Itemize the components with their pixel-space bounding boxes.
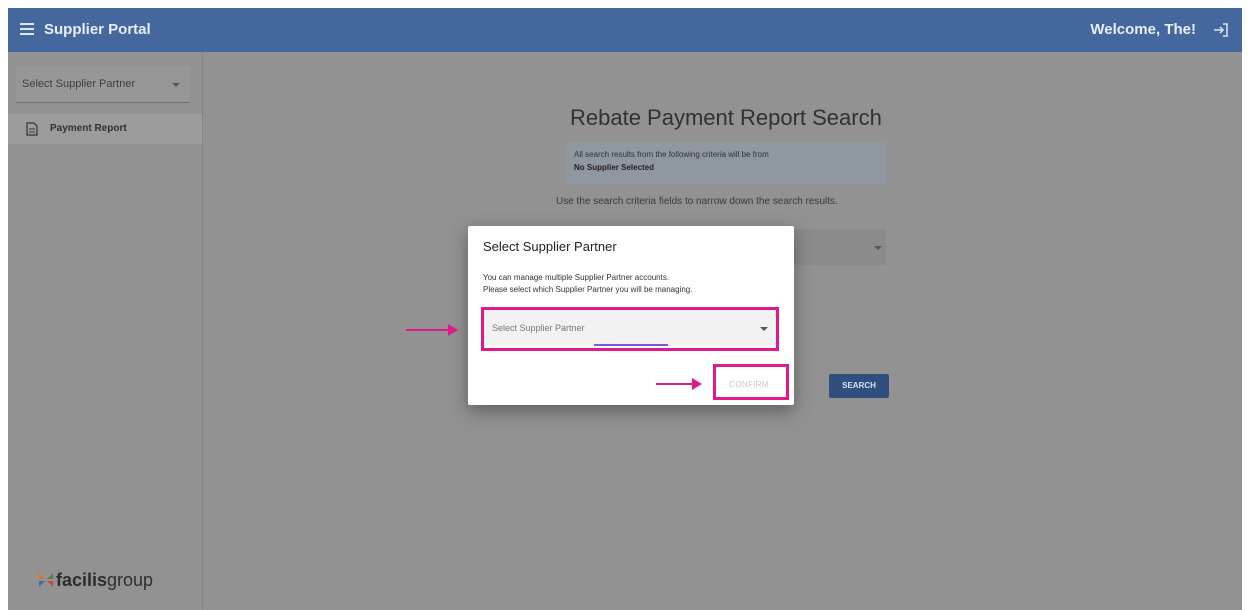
facilis-group-logo: facilisgroup bbox=[39, 570, 154, 591]
criteria-select[interactable] bbox=[794, 229, 886, 265]
sidebar-select-label: Select Supplier Partner bbox=[22, 78, 136, 90]
app-title: Supplier Portal bbox=[44, 21, 151, 38]
sidebar-item-payment-report[interactable]: Payment Report bbox=[8, 114, 202, 144]
hamburger-menu-icon[interactable] bbox=[20, 23, 34, 35]
top-bar: Supplier Portal Welcome, The! bbox=[8, 8, 1242, 52]
sidebar-item-label: Payment Report bbox=[50, 123, 127, 134]
notice-supplier-status: No Supplier Selected bbox=[574, 163, 655, 172]
arrow-to-confirm bbox=[656, 378, 702, 390]
logo-mark-icon bbox=[39, 573, 53, 587]
sidebar-supplier-select[interactable]: Select Supplier Partner bbox=[16, 66, 190, 103]
arrow-to-select bbox=[406, 324, 458, 336]
search-hint: Use the search criteria fields to narrow… bbox=[556, 196, 838, 207]
chevron-down-icon bbox=[760, 327, 768, 331]
confirm-button[interactable]: CONFIRM bbox=[718, 374, 780, 396]
logo-text-bold: facilis bbox=[56, 570, 108, 590]
app-frame: Supplier Portal Welcome, The! Select Sup… bbox=[8, 8, 1242, 610]
logo-text-regular: group bbox=[107, 570, 154, 590]
select-focus-underline bbox=[594, 344, 668, 346]
dialog-title: Select Supplier Partner bbox=[483, 239, 617, 254]
chevron-down-icon bbox=[172, 83, 180, 87]
supplier-notice: All search results from the following cr… bbox=[566, 142, 886, 184]
logout-icon[interactable] bbox=[1212, 21, 1230, 39]
notice-text: All search results from the following cr… bbox=[574, 150, 769, 159]
supplier-select-placeholder: Select Supplier Partner bbox=[492, 323, 585, 333]
document-icon bbox=[26, 122, 38, 136]
search-button[interactable]: SEARCH bbox=[829, 374, 889, 398]
select-supplier-dialog: Select Supplier Partner You can manage m… bbox=[468, 226, 794, 405]
sidebar: Select Supplier Partner Payment Report f… bbox=[8, 52, 203, 610]
dialog-description-2: Please select which Supplier Partner you… bbox=[483, 285, 693, 294]
dialog-description: You can manage multiple Supplier Partner… bbox=[483, 273, 670, 282]
welcome-text: Welcome, The! bbox=[1090, 21, 1196, 38]
page-title: Rebate Payment Report Search bbox=[570, 105, 882, 130]
supplier-partner-select[interactable]: Select Supplier Partner bbox=[484, 310, 776, 346]
chevron-down-icon bbox=[874, 246, 882, 250]
